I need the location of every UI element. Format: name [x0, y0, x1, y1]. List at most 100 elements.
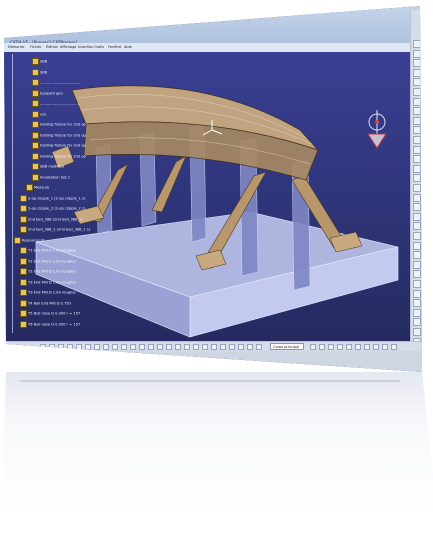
- toolbar-button[interactable]: [413, 251, 421, 260]
- tree-node[interactable]: T5 Bull nose D 0.300 r = 157: [20, 310, 80, 317]
- toolbar-button[interactable]: [413, 280, 421, 288]
- toolbar-button[interactable]: [328, 344, 334, 350]
- toolbar-button[interactable]: [337, 344, 343, 350]
- tree-node[interactable]: SBB: [32, 58, 47, 65]
- toolbar-button[interactable]: [413, 193, 421, 202]
- menu-help[interactable]: Aide: [124, 45, 132, 49]
- toolbar-button[interactable]: [413, 59, 421, 68]
- toolbar-button[interactable]: [130, 344, 136, 350]
- tree-node[interactable]: uck: [32, 110, 46, 118]
- toolbar-button[interactable]: [175, 344, 181, 350]
- toolbar-button[interactable]: [319, 344, 325, 350]
- toolbar-button[interactable]: [58, 344, 64, 350]
- toolbar-button[interactable]: [103, 344, 109, 350]
- menu-tools[interactable]: Outils: [94, 45, 104, 49]
- toolbar-button[interactable]: [413, 68, 421, 77]
- toolbar-button[interactable]: [184, 344, 190, 350]
- toolbar-button[interactable]: [413, 155, 421, 164]
- toolbar-button[interactable]: [355, 344, 361, 350]
- toolbar-button[interactable]: [76, 344, 82, 350]
- toolbar-button[interactable]: [413, 241, 421, 250]
- tree-node[interactable]: 2-op clipple_1 (2-op clipple_1.1): [20, 194, 86, 202]
- toolbar-button[interactable]: [413, 308, 421, 317]
- tree-node[interactable]: holding fixture for 2nd op: [32, 121, 86, 128]
- toolbar-button[interactable]: [256, 344, 262, 350]
- tree-node[interactable]: T2 End Mill D 1.00 rougher: [20, 268, 76, 275]
- toolbar-button[interactable]: [40, 344, 46, 350]
- toolbar-button[interactable]: [229, 344, 235, 350]
- tree-node[interactable]: T3 End Mill D 1.00 rougher: [20, 289, 76, 296]
- toolbar-button[interactable]: [346, 344, 352, 350]
- toolbar-button[interactable]: [413, 299, 421, 308]
- tree-node[interactable]: SBB: [32, 68, 47, 76]
- toolbar-button[interactable]: [139, 344, 145, 350]
- toolbar-button[interactable]: [112, 344, 118, 350]
- menu-window[interactable]: Fenêtre: [108, 45, 121, 49]
- toolbar-button[interactable]: [166, 344, 172, 350]
- menu-view[interactable]: Affichage: [60, 45, 76, 49]
- tree-node[interactable]: Measure: [26, 184, 49, 191]
- toolbar-button[interactable]: [413, 78, 421, 87]
- tree-node[interactable]: T4 Ball End Mill D 0.750: [20, 299, 71, 307]
- tree-node[interactable]: T6 Bull nose D 0.300 r = 157: [20, 320, 80, 328]
- tree-node[interactable]: toolpath gen: [32, 89, 63, 97]
- toolbar-button[interactable]: [413, 116, 421, 125]
- toolbar-button[interactable]: [413, 203, 421, 212]
- toolbar-button[interactable]: [413, 145, 421, 154]
- toolbar-button[interactable]: [413, 289, 421, 298]
- toolbar-button[interactable]: [413, 136, 421, 144]
- toolbar-button[interactable]: [413, 107, 421, 116]
- toolbar-button[interactable]: [413, 174, 421, 183]
- toolbar-button[interactable]: [413, 222, 421, 231]
- toolbar-button[interactable]: [382, 344, 388, 350]
- tree-node[interactable]: T1 End Mill D 1.00 rougher: [20, 247, 76, 254]
- layer-select[interactable]: Corps principal: [270, 343, 304, 350]
- menu-start[interactable]: Démarrer: [8, 45, 25, 49]
- compass-icon[interactable]: [362, 108, 392, 152]
- menu-insert[interactable]: Insertion: [78, 45, 93, 49]
- tree-node[interactable]: ...................................: [32, 100, 80, 107]
- toolbar-button[interactable]: [157, 344, 163, 350]
- toolbar-button[interactable]: [94, 344, 100, 350]
- toolbar-button[interactable]: [413, 164, 421, 173]
- toolbar-button[interactable]: [413, 40, 421, 48]
- toolbar-button[interactable]: [148, 344, 154, 350]
- toolbar-button[interactable]: [413, 88, 421, 96]
- toolbar-button[interactable]: [413, 260, 421, 269]
- tree-node[interactable]: holding fixture for 2nd op: [32, 131, 86, 139]
- tree-node[interactable]: SBB modified: [32, 163, 64, 170]
- specification-tree[interactable]: SBB SBB..................................…: [4, 52, 120, 342]
- toolbar-button[interactable]: [121, 344, 127, 350]
- tree-node[interactable]: holding fixture for 2nd op: [32, 152, 86, 160]
- tree-node[interactable]: T3 End Mill D 1.00 rougher: [20, 278, 76, 286]
- tree-node[interactable]: T2 End Mill D 1.00 rougher: [20, 257, 76, 265]
- toolbar-button[interactable]: [238, 344, 244, 350]
- toolbar-button[interactable]: [413, 328, 421, 336]
- toolbar-button[interactable]: [67, 344, 73, 350]
- toolbar-button[interactable]: [220, 344, 226, 350]
- tree-node[interactable]: holding fixture for 2nd op: [32, 142, 86, 149]
- toolbar-button[interactable]: [413, 318, 421, 327]
- tree-node[interactable]: ResourceList: [14, 236, 45, 244]
- toolbar-button[interactable]: [193, 344, 199, 350]
- toolbar-button[interactable]: [211, 344, 217, 350]
- toolbar-button[interactable]: [413, 126, 421, 135]
- toolbar-button[interactable]: [413, 270, 421, 279]
- toolbar-button[interactable]: [202, 344, 208, 350]
- toolbar-button[interactable]: [247, 344, 253, 350]
- tree-node[interactable]: ...................................: [32, 79, 80, 86]
- toolbar-button[interactable]: [413, 49, 421, 58]
- tree-node[interactable]: Annotation Set.1: [32, 173, 70, 181]
- toolbar-button[interactable]: [413, 232, 421, 240]
- toolbar-button[interactable]: [413, 184, 421, 192]
- toolbar-button[interactable]: [413, 212, 421, 221]
- toolbar-button[interactable]: [49, 344, 55, 350]
- toolbar-button[interactable]: [364, 344, 370, 350]
- toolbar-button[interactable]: [413, 97, 421, 106]
- toolbar-button[interactable]: [310, 344, 316, 350]
- toolbar-button[interactable]: [85, 344, 91, 350]
- tree-node[interactable]: 2-op clipple_2 (2-op clipple_2.1): [20, 205, 86, 212]
- toolbar-button[interactable]: [391, 344, 397, 350]
- menu-file[interactable]: Fichier: [30, 45, 41, 49]
- tree-node[interactable]: 2nd bed_388 (2nd bed_388_1): [20, 215, 83, 223]
